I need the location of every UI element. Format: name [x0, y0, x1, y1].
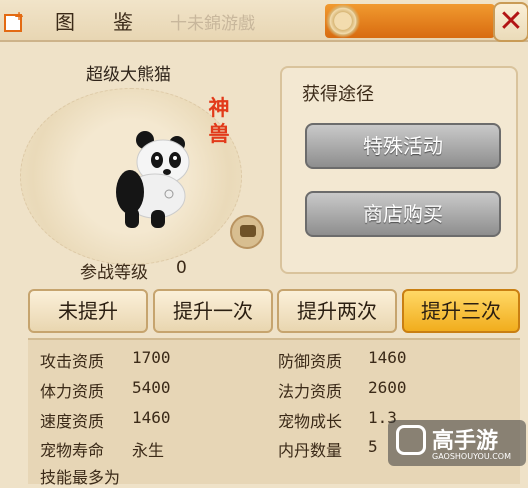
stat-value: 5400 — [132, 378, 171, 397]
stat-label: 防御资质 — [278, 352, 343, 371]
stat-label: 攻击资质 — [40, 352, 105, 371]
stat-value: 1460 — [132, 408, 171, 427]
stat-label: 速度资质 — [40, 412, 105, 431]
stat-value: 5 — [368, 437, 378, 456]
shop-purchase-button[interactable]: 商店购买 — [305, 191, 501, 237]
chat-icon — [240, 225, 256, 237]
stat-value: 1460 — [368, 348, 407, 367]
comment-button[interactable] — [230, 215, 264, 249]
page-title: 图鉴 — [55, 10, 171, 34]
gaoshouyou-logo-icon — [396, 425, 426, 455]
stat-value: 永生 — [132, 441, 165, 460]
stat-value: 1700 — [132, 348, 171, 367]
tab-upgrade-once[interactable]: 提升一次 — [153, 289, 273, 333]
stat-label: 内丹数量 — [278, 441, 343, 460]
tab-upgrade-thrice[interactable]: 提升三次 — [402, 289, 520, 333]
watermark-brand: 高手游 — [432, 429, 499, 454]
stat-label: 宠物成长 — [278, 412, 343, 431]
special-event-button[interactable]: 特殊活动 — [305, 123, 501, 169]
watermark-domain: GAOSHOUYOU.COM — [432, 452, 512, 461]
battle-level-label: 参战等级 — [80, 263, 148, 283]
panda-icon — [116, 131, 190, 228]
close-button[interactable]: ✕ — [493, 2, 528, 42]
skills-note: 技能最多为 — [40, 468, 121, 487]
plus-icon: + — [14, 9, 25, 23]
source-title: 获得途径 — [302, 84, 374, 105]
tab-upgrade-twice[interactable]: 提升两次 — [277, 289, 397, 333]
pet-name: 超级大熊猫 — [86, 65, 171, 85]
stat-label: 体力资质 — [40, 382, 105, 401]
rarity-badge: 神兽 — [208, 96, 230, 146]
stat-label: 法力资质 — [278, 382, 343, 401]
stat-value: 2600 — [368, 378, 407, 397]
cloud-swirl-icon — [320, 4, 366, 38]
tab-not-upgraded[interactable]: 未提升 — [28, 289, 148, 333]
battle-level-value: 0 — [176, 258, 187, 278]
stat-label: 宠物寿命 — [40, 441, 105, 460]
watermark-text: 十未錦游戲 — [170, 14, 255, 34]
